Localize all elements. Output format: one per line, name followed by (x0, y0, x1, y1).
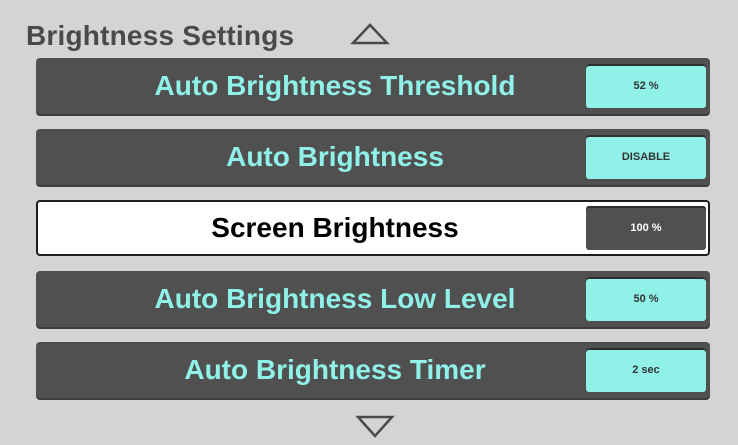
setting-value-button[interactable]: 50 % (586, 277, 706, 321)
setting-value-button[interactable]: 52 % (586, 64, 706, 108)
header: Brightness Settings (26, 14, 294, 58)
setting-auto-brightness-timer[interactable]: Auto Brightness Timer 2 sec (36, 342, 710, 398)
setting-screen-brightness[interactable]: Screen Brightness 100 % (36, 200, 710, 256)
settings-list: Auto Brightness Threshold 52 % Auto Brig… (36, 58, 710, 413)
setting-value-button[interactable]: DISABLE (586, 135, 706, 179)
setting-auto-brightness-low-level[interactable]: Auto Brightness Low Level 50 % (36, 271, 710, 327)
triangle-down-icon[interactable] (355, 414, 395, 440)
setting-auto-brightness-threshold[interactable]: Auto Brightness Threshold 52 % (36, 58, 710, 114)
page-title: Brightness Settings (26, 20, 295, 51)
triangle-up-icon[interactable] (350, 22, 390, 46)
setting-value-button[interactable]: 100 % (586, 206, 706, 250)
setting-value-button[interactable]: 2 sec (586, 348, 706, 392)
setting-auto-brightness[interactable]: Auto Brightness DISABLE (36, 129, 710, 185)
